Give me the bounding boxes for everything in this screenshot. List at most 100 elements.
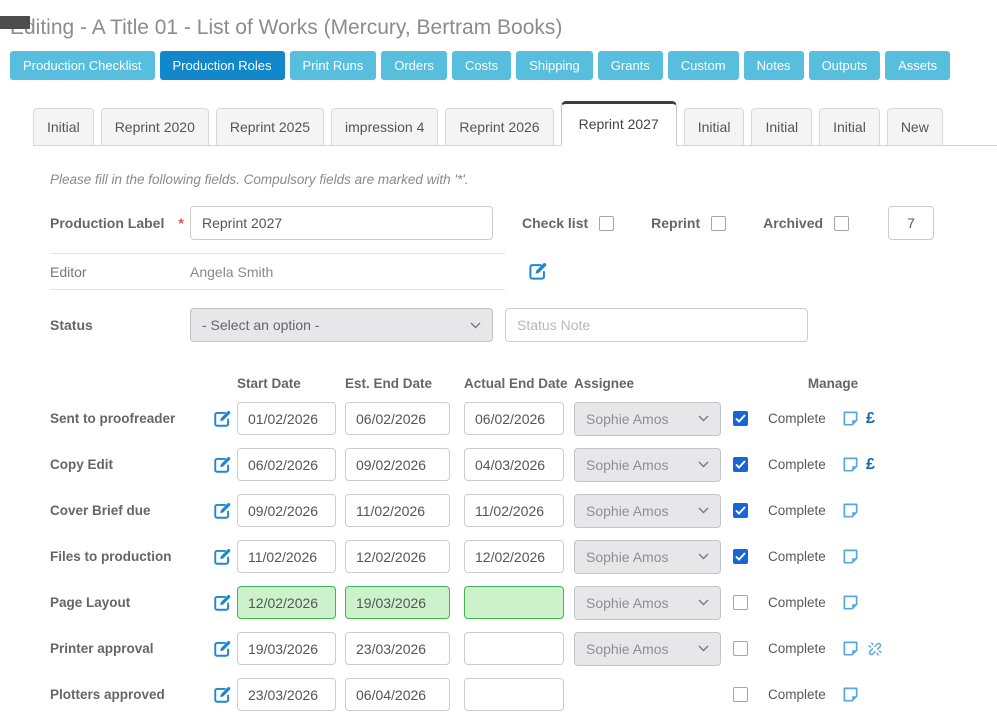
tab-reprint-2025-2[interactable]: Reprint 2025 [216, 108, 324, 145]
tab-initial-7[interactable]: Initial [751, 108, 812, 145]
nav-button-grants[interactable]: Grants [598, 51, 663, 80]
actual-end-date-input[interactable] [464, 632, 564, 665]
complete-checkbox[interactable] [733, 411, 748, 426]
tab-reprint-2026-4[interactable]: Reprint 2026 [445, 108, 553, 145]
note-icon[interactable] [842, 548, 859, 565]
nav-button-orders[interactable]: Orders [381, 51, 447, 80]
edit-editor-icon[interactable] [528, 262, 547, 281]
reprint-checkbox[interactable] [711, 216, 726, 231]
est-end-date-input[interactable] [345, 448, 450, 481]
start-date-input[interactable] [237, 540, 336, 573]
start-date-input[interactable] [237, 632, 336, 665]
pound-icon[interactable]: £ [866, 411, 875, 427]
edit-task-icon[interactable] [213, 548, 231, 566]
assignee-select[interactable]: Sophie Amos [574, 586, 721, 620]
start-date-input[interactable] [237, 448, 336, 481]
note-icon[interactable] [842, 456, 859, 473]
edit-task-icon[interactable] [213, 594, 231, 612]
complete-label: Complete [768, 641, 830, 656]
note-icon[interactable] [842, 502, 859, 519]
nav-button-outputs[interactable]: Outputs [809, 51, 881, 80]
flag-archived: Archived [763, 215, 849, 231]
nav-button-notes[interactable]: Notes [744, 51, 804, 80]
assignee-select[interactable]: Sophie Amos [574, 402, 721, 436]
complete-checkbox[interactable] [733, 549, 748, 564]
est-end-date-input[interactable] [345, 632, 450, 665]
sequence-number-input[interactable] [888, 206, 934, 240]
nav-button-print-runs[interactable]: Print Runs [290, 51, 377, 80]
edit-task-icon[interactable] [213, 502, 231, 520]
actual-end-date-input[interactable] [464, 402, 564, 435]
task-row-sent-to-proofreader: Sent to proofreaderSophie AmosComplete£ [50, 402, 997, 435]
start-date-input[interactable] [237, 586, 336, 619]
est-end-date-input[interactable] [345, 540, 450, 573]
task-row-cover-brief-due: Cover Brief dueSophie AmosComplete [50, 494, 997, 527]
actual-end-date-input[interactable] [464, 586, 564, 619]
note-icon[interactable] [842, 594, 859, 611]
complete-checkbox[interactable] [733, 595, 748, 610]
assignee-select[interactable]: Sophie Amos [574, 448, 721, 482]
est-end-date-input[interactable] [345, 402, 450, 435]
est-end-date-input[interactable] [345, 586, 450, 619]
production-label-input[interactable] [190, 206, 493, 240]
start-date-input[interactable] [237, 402, 336, 435]
tab-new-9[interactable]: New [887, 108, 943, 145]
start-date-input[interactable] [237, 678, 336, 711]
edit-task-icon[interactable] [213, 456, 231, 474]
tab-initial-0[interactable]: Initial [33, 108, 94, 145]
status-row: Status - Select an option - [50, 308, 997, 342]
tab-initial-8[interactable]: Initial [819, 108, 880, 145]
tab-impression-4-3[interactable]: impression 4 [331, 108, 438, 145]
tab-reprint-2020-1[interactable]: Reprint 2020 [101, 108, 209, 145]
status-select[interactable]: - Select an option - [190, 308, 493, 342]
assignee-select-value: Sophie Amos [586, 595, 669, 611]
nav-button-shipping[interactable]: Shipping [516, 51, 593, 80]
actual-end-date-input[interactable] [464, 494, 564, 527]
archived-checkbox[interactable] [834, 216, 849, 231]
complete-checkbox[interactable] [733, 457, 748, 472]
status-select-value: - Select an option - [202, 317, 320, 333]
nav-button-costs[interactable]: Costs [452, 51, 511, 80]
note-icon[interactable] [842, 686, 859, 703]
assignee-select[interactable]: Sophie Amos [574, 494, 721, 528]
check-mark-icon [735, 552, 746, 561]
note-icon[interactable] [842, 640, 859, 657]
edit-task-icon[interactable] [213, 640, 231, 658]
tab-reprint-2027-5[interactable]: Reprint 2027 [561, 101, 677, 146]
complete-checkbox[interactable] [733, 641, 748, 656]
assignee-select[interactable]: Sophie Amos [574, 540, 721, 574]
edit-column [207, 594, 237, 612]
nav-button-production-checklist[interactable]: Production Checklist [10, 51, 155, 80]
edit-column [207, 502, 237, 520]
assignee-select[interactable]: Sophie Amos [574, 632, 721, 666]
pound-icon[interactable]: £ [866, 457, 875, 473]
complete-checkbox[interactable] [733, 687, 748, 702]
task-row-files-to-production: Files to productionSophie AmosComplete [50, 540, 997, 573]
edit-task-icon[interactable] [213, 686, 231, 704]
flag-check-list: Check list [522, 215, 614, 231]
header-est-end-date: Est. End Date [345, 376, 464, 391]
note-icon[interactable] [842, 410, 859, 427]
check-list-checkbox[interactable] [599, 216, 614, 231]
actual-end-date-input[interactable] [464, 448, 564, 481]
flag-checkboxes: Check listReprintArchived [522, 215, 886, 231]
tab-initial-6[interactable]: Initial [684, 108, 745, 145]
est-end-date-input[interactable] [345, 494, 450, 527]
chevron-down-icon [698, 599, 709, 606]
start-date-input[interactable] [237, 494, 336, 527]
broken-link-icon[interactable] [866, 640, 884, 658]
complete-label: Complete [768, 687, 830, 702]
nav-button-production-roles[interactable]: Production Roles [160, 51, 285, 80]
est-end-date-input[interactable] [345, 678, 450, 711]
edit-task-icon[interactable] [213, 410, 231, 428]
status-note-input[interactable] [505, 308, 808, 342]
complete-checkbox[interactable] [733, 503, 748, 518]
assignee-select-value: Sophie Amos [586, 457, 669, 473]
actual-end-date-input[interactable] [464, 540, 564, 573]
nav-button-assets[interactable]: Assets [885, 51, 950, 80]
manage-icons [842, 594, 859, 611]
chevron-down-icon [698, 461, 709, 468]
actual-end-date-input[interactable] [464, 678, 564, 711]
editor-label: Editor [50, 264, 190, 280]
nav-button-custom[interactable]: Custom [668, 51, 739, 80]
